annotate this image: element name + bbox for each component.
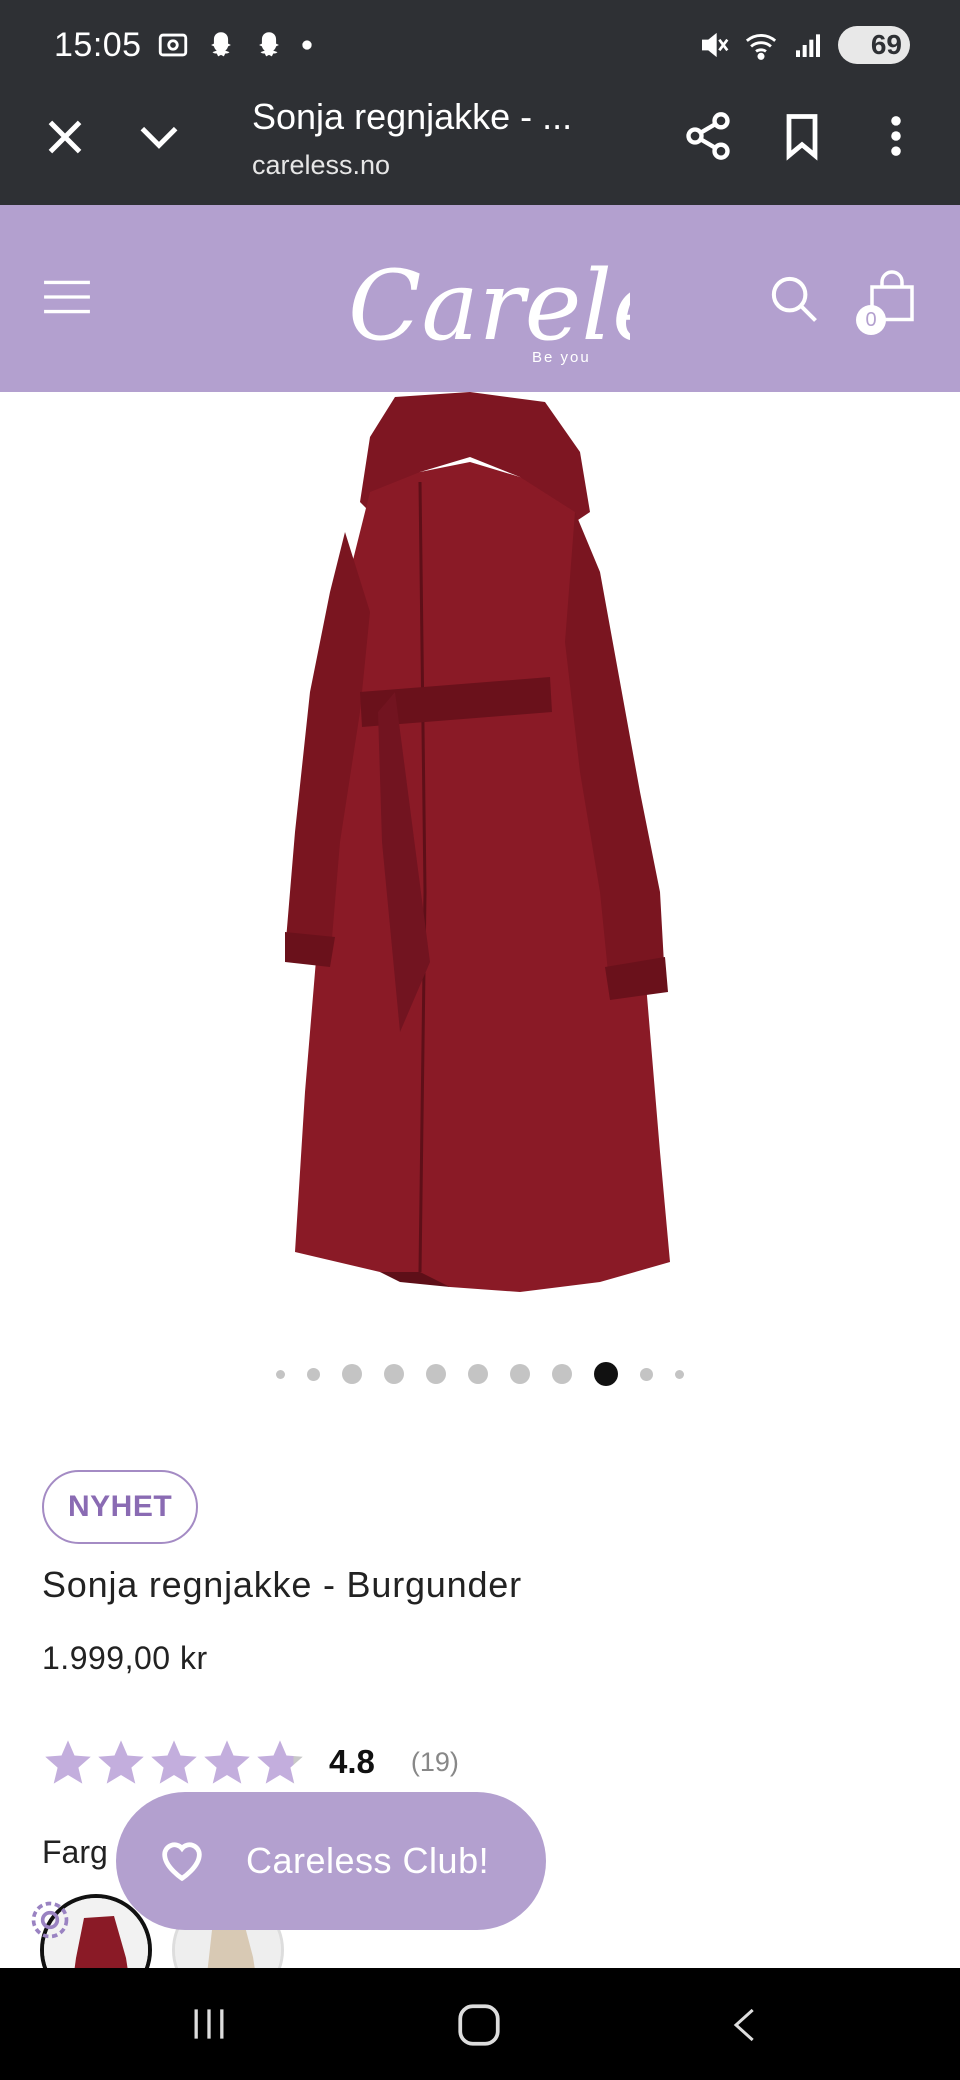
coat-illustration bbox=[285, 392, 670, 1292]
cart-count: 0 bbox=[856, 305, 886, 335]
rating-value: 4.8 bbox=[329, 1743, 375, 1780]
gallery-dot[interactable] bbox=[675, 1369, 684, 1379]
status-icons-right: 69 bbox=[698, 26, 910, 64]
dot-icon bbox=[302, 40, 312, 50]
gallery-dot[interactable] bbox=[510, 1364, 530, 1384]
star-icon bbox=[98, 1740, 144, 1784]
mute-icon bbox=[702, 32, 729, 58]
snapchat-icon bbox=[259, 32, 279, 57]
menu-icon[interactable] bbox=[42, 275, 92, 319]
careless-club-label: Careless Club! bbox=[246, 1840, 490, 1881]
star-icon bbox=[45, 1740, 91, 1784]
new-badge: NYHET bbox=[42, 1470, 199, 1544]
page-title: Sonja regnjakke - ... bbox=[252, 96, 573, 137]
rating-count: (19) bbox=[410, 1746, 459, 1777]
home-icon[interactable] bbox=[454, 2000, 504, 2050]
system-nav-bar bbox=[0, 1968, 960, 2080]
gallery-dot[interactable] bbox=[552, 1364, 572, 1384]
more-icon[interactable] bbox=[870, 110, 922, 162]
gallery-dot[interactable] bbox=[468, 1364, 488, 1384]
logo-text: Careless bbox=[348, 250, 630, 362]
product-image[interactable] bbox=[0, 392, 960, 1322]
gallery-dot[interactable] bbox=[384, 1364, 404, 1384]
back-icon[interactable] bbox=[726, 2000, 766, 2050]
color-label: Farg bbox=[42, 1834, 108, 1870]
battery-icon: 69 bbox=[838, 26, 910, 64]
gallery-dot[interactable] bbox=[640, 1367, 653, 1381]
accessibility-icon[interactable] bbox=[28, 1898, 72, 1942]
heart-icon bbox=[162, 1842, 202, 1882]
gallery-dots bbox=[0, 1360, 960, 1388]
chevron-down-icon[interactable] bbox=[134, 112, 184, 162]
star-half-icon bbox=[257, 1740, 303, 1784]
product-title: Sonja regnjakke - Burgunder bbox=[42, 1564, 522, 1605]
browser-chrome: 15:05 69 Sonja regnjakke - ... careless.… bbox=[0, 0, 960, 205]
site-header: Careless Be you 0 bbox=[0, 205, 960, 392]
bookmark-icon[interactable] bbox=[776, 110, 828, 162]
share-icon[interactable] bbox=[682, 110, 734, 162]
status-icons-left bbox=[156, 28, 314, 62]
star-icon bbox=[151, 1740, 197, 1784]
careless-club-button[interactable]: Careless Club! bbox=[116, 1792, 546, 1930]
logo-tagline: Be you bbox=[532, 349, 591, 366]
product-price: 1.999,00 kr bbox=[42, 1640, 208, 1676]
gallery-dot[interactable] bbox=[426, 1364, 446, 1384]
wifi-icon bbox=[745, 34, 777, 60]
gallery-dot-active[interactable] bbox=[594, 1362, 618, 1386]
star-icon bbox=[204, 1740, 250, 1784]
gallery-dot[interactable] bbox=[276, 1369, 285, 1379]
gallery-dot[interactable] bbox=[307, 1367, 320, 1381]
product-rating[interactable]: 4.8 (19) bbox=[42, 1736, 459, 1788]
snapchat-icon bbox=[211, 32, 231, 57]
recent-apps-icon[interactable] bbox=[186, 2002, 232, 2046]
search-icon[interactable] bbox=[766, 271, 820, 325]
screenshot-icon bbox=[158, 33, 188, 57]
signal-icon bbox=[796, 34, 820, 57]
status-time: 15:05 bbox=[54, 26, 142, 64]
close-icon[interactable] bbox=[40, 112, 90, 162]
gallery-dot[interactable] bbox=[342, 1364, 362, 1384]
page-domain: careless.no bbox=[252, 150, 391, 180]
careless-logo[interactable]: Careless Be you bbox=[340, 229, 630, 369]
